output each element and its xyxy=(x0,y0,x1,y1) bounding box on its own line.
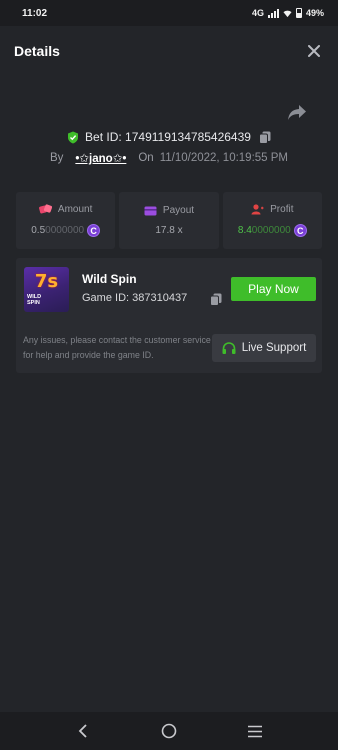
coin-icon: C xyxy=(293,224,307,237)
dice-icon xyxy=(38,204,52,214)
play-now-button[interactable]: Play Now xyxy=(231,277,316,301)
game-card: 7s WILD SPIN Wild Spin Game ID: 387310437… xyxy=(16,258,322,373)
payout-value: 17.8 x xyxy=(155,225,183,236)
battery-percent: 49% xyxy=(305,8,324,18)
battery-icon xyxy=(295,8,302,18)
stat-amount-value: 0.50000000 C xyxy=(31,224,101,237)
live-support-button[interactable]: Live Support xyxy=(212,334,316,362)
coin-icon: C xyxy=(87,224,101,237)
status-icons: 4G 49% xyxy=(252,8,324,18)
nav-back-button[interactable] xyxy=(71,719,95,743)
wallet-icon xyxy=(144,206,157,215)
bet-datetime: 11/10/2022, 10:19:55 PM xyxy=(159,152,289,164)
status-bar: 11:02 4G 49% xyxy=(0,0,338,26)
close-icon xyxy=(308,45,320,57)
on-label: On xyxy=(138,152,154,164)
bet-id: Bet ID: 1749119134785426439 xyxy=(85,130,251,144)
profit-value-main: 8.4 xyxy=(237,225,252,236)
bet-id-row: Bet ID: 1749119134785426439 xyxy=(0,128,338,146)
stat-profit: Profit 8.40000000 C xyxy=(222,192,322,249)
thumbnail-label: WILD SPIN xyxy=(27,294,41,306)
username-link[interactable]: •✩jano✩• xyxy=(69,151,132,165)
network-type: 4G xyxy=(251,8,264,18)
stat-payout-label-row: Payout xyxy=(144,205,194,216)
details-header: Details xyxy=(0,26,338,76)
profit-value-trailing: 0000000 xyxy=(251,225,291,236)
live-support-label: Live Support xyxy=(241,342,307,354)
amount-value-trailing: 0000000 xyxy=(45,225,85,236)
nav-menu-button[interactable] xyxy=(243,719,267,743)
game-name: Wild Spin xyxy=(82,272,137,286)
support-hint: Any issues, please contact the customer … xyxy=(23,335,211,360)
stat-payout: Payout 17.8 x xyxy=(119,192,219,249)
amount-value-main: 0.5 xyxy=(31,225,46,236)
stat-payout-value: 17.8 x xyxy=(155,225,182,236)
stat-amount: Amount 0.50000000 C xyxy=(16,192,116,249)
headset-icon xyxy=(222,341,236,354)
back-icon xyxy=(78,724,87,738)
by-label: By xyxy=(49,152,64,164)
page-title: Details xyxy=(14,43,60,59)
stat-profit-label: Profit xyxy=(270,204,294,215)
game-thumbnail[interactable]: 7s WILD SPIN xyxy=(24,267,69,312)
thumbnail-label-line2: SPIN xyxy=(27,300,40,306)
home-icon xyxy=(161,723,177,739)
stat-payout-label: Payout xyxy=(162,205,195,216)
copy-game-id-icon[interactable] xyxy=(210,293,222,306)
menu-icon xyxy=(248,725,262,737)
verified-shield-icon xyxy=(68,131,79,143)
stat-amount-label-row: Amount xyxy=(38,204,93,215)
wifi-icon xyxy=(283,10,292,17)
system-nav-bar xyxy=(0,712,338,750)
copy-bet-id-icon[interactable] xyxy=(258,131,271,144)
close-button[interactable] xyxy=(304,41,324,61)
status-time: 11:02 xyxy=(22,7,48,19)
share-icon xyxy=(288,105,306,120)
signal-icon xyxy=(267,8,279,18)
nav-home-button[interactable] xyxy=(157,719,181,743)
thumbnail-sevens: 7s xyxy=(34,271,59,292)
stat-amount-label: Amount xyxy=(57,204,93,215)
bet-author-row: By •✩jano✩• On 11/10/2022, 10:19:55 PM xyxy=(0,149,338,167)
bet-stats: Amount 0.50000000 C Payout 17.8 x Profit… xyxy=(16,192,322,249)
profit-user-icon xyxy=(251,204,264,215)
stat-profit-label-row: Profit xyxy=(251,204,293,215)
game-id: Game ID: 387310437 xyxy=(82,292,188,304)
share-button[interactable] xyxy=(287,104,309,124)
stat-profit-value: 8.40000000 C xyxy=(238,224,307,237)
